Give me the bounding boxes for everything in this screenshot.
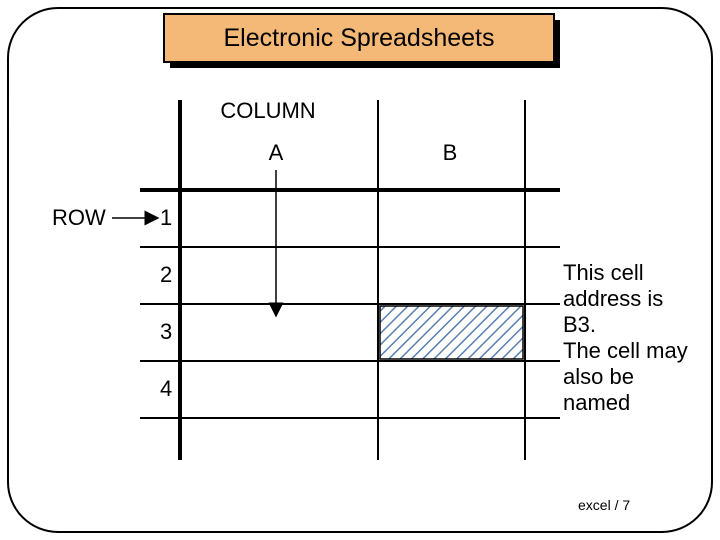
row-1-label: 1 — [160, 205, 172, 230]
svg-text:address is: address is — [563, 286, 663, 311]
svg-text:This cell: This cell — [563, 260, 644, 285]
cell-b3-highlight — [380, 306, 523, 359]
svg-text:named: named — [563, 390, 630, 415]
svg-text:also be: also be — [563, 364, 634, 389]
title-text: Electronic Spreadsheets — [224, 24, 495, 52]
svg-text:B3.: B3. — [563, 312, 596, 337]
col-a-label: A — [269, 140, 284, 165]
row-3-label: 3 — [160, 319, 172, 344]
col-b-label: B — [443, 140, 458, 165]
row-2-label: 2 — [160, 262, 172, 287]
row-4-label: 4 — [160, 376, 172, 401]
column-label: COLUMN — [220, 98, 315, 123]
footer-text: excel / 7 — [578, 497, 630, 513]
row-label: ROW — [52, 205, 106, 230]
svg-text:The cell may: The cell may — [563, 338, 688, 363]
title-box: Electronic Spreadsheets — [164, 14, 560, 68]
